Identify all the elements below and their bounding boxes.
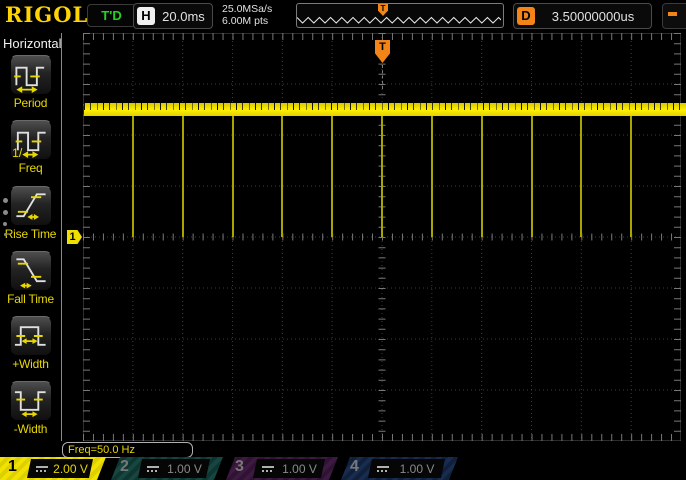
horizontal-timebase-readout: H 20.0ms [133, 3, 213, 29]
timebase-value: 20.0ms [162, 8, 205, 24]
waveform-pulse [231, 116, 234, 237]
waveform-pulse [381, 116, 383, 237]
waveform-pulse [331, 116, 334, 237]
pos-width-icon [14, 326, 46, 346]
rise-time-button[interactable] [9, 186, 52, 226]
menu-item-label: Rise Time [4, 227, 57, 241]
period-icon [13, 66, 44, 93]
waveform-pulse [530, 116, 533, 237]
trigger-position-line [382, 65, 383, 89]
channel-scale: 1.00 V [282, 461, 317, 476]
menu-item-label: Freq [18, 161, 43, 175]
channel-scale-panel: 2.00 V [27, 459, 93, 478]
channel-4-status[interactable]: 4 1.00 V [341, 457, 458, 480]
pos-width-button[interactable] [9, 316, 52, 356]
orange-dash-icon [668, 12, 677, 16]
waveform-pulse [430, 116, 433, 237]
waveform-pulse [131, 116, 134, 237]
waveform-high-band [84, 103, 686, 116]
delay-readout: D 3.50000000us [513, 3, 652, 29]
channel-scale-panel: 1.00 V [253, 459, 325, 478]
menu-item-freq: 1/ Freq [0, 120, 61, 175]
graticule: T 1 [67, 33, 686, 441]
menu-corner-indicator [662, 3, 686, 29]
svg-text:1/: 1/ [12, 146, 23, 159]
channel-status-bar: 1 2.00 V 2 1.00 V 3 1.00 V 4 1.00 V [0, 457, 686, 480]
menu-separator [61, 33, 62, 441]
dc-coupling-icon [262, 466, 274, 472]
menu-item-pos-width: +Width [0, 316, 61, 371]
grid [83, 33, 681, 441]
freq-icon: 1/ [12, 131, 46, 160]
channel-scale: 1.00 V [399, 461, 435, 476]
waveform-pulse [281, 116, 284, 237]
acquisition-readout: 25.0MSa/s 6.00M pts [222, 3, 272, 27]
menu-item-label: Period [13, 96, 48, 110]
fall-time-button[interactable] [9, 251, 52, 291]
channel-number: 3 [235, 458, 244, 475]
preview-wave-icon [297, 16, 501, 24]
horizontal-menu-panel: Horizontal Period 1/ Freq Rise Time Fall… [0, 30, 62, 443]
sample-rate: 25.0MSa/s [222, 3, 273, 15]
channel-number: 1 [8, 458, 17, 475]
top-status-bar: RIGOL T'D H 20.0ms 25.0MSa/s 6.00M pts T… [0, 0, 686, 30]
channel-scale-panel: 1.00 V [138, 459, 210, 478]
menu-item-label: -Width [13, 422, 48, 436]
menu-item-label: Fall Time [7, 292, 54, 306]
freq-button[interactable]: 1/ [9, 120, 52, 160]
waveform-pulse [580, 116, 583, 237]
channel-3-status[interactable]: 3 1.00 V [226, 457, 338, 480]
waveform-preview: T [296, 3, 504, 28]
channel-scale: 1.00 V [167, 461, 202, 476]
menu-item-neg-width: -Width [0, 381, 61, 436]
rigol-logo: RIGOL [5, 2, 89, 27]
channel-number: 4 [350, 458, 359, 475]
menu-item-fall-time: Fall Time [0, 251, 61, 306]
rise-time-icon [15, 193, 46, 220]
channel-scale-panel: 1.00 V [368, 459, 445, 478]
channel-number: 2 [120, 458, 129, 475]
dc-coupling-icon [377, 466, 389, 472]
trigger-status-badge: T'D [87, 4, 136, 27]
channel1-level-marker[interactable]: 1 [67, 230, 82, 244]
waveform-pulse [181, 116, 184, 237]
neg-width-button[interactable] [9, 381, 52, 421]
channel-1-status[interactable]: 1 2.00 V [0, 457, 106, 480]
waveform-pulse [630, 116, 633, 237]
measurement-readout: Freq=50.0 Hz [62, 442, 193, 458]
oscilloscope-screen: RIGOL T'D H 20.0ms 25.0MSa/s 6.00M pts T… [0, 0, 686, 480]
d-key-icon: D [517, 7, 535, 25]
channel-2-status[interactable]: 2 1.00 V [111, 457, 223, 480]
channel-scale: 2.00 V [53, 461, 88, 476]
menu-title: Horizontal [3, 36, 62, 51]
menu-item-label: +Width [12, 357, 49, 371]
menu-item-rise-time: Rise Time [0, 186, 61, 241]
delay-value: 3.50000000us [551, 8, 635, 24]
memory-depth: 6.00M pts [222, 15, 269, 27]
fall-time-icon [15, 258, 46, 289]
dc-coupling-icon [147, 466, 159, 472]
period-button[interactable] [9, 55, 52, 95]
neg-width-icon [14, 391, 46, 418]
h-key-icon: H [137, 7, 155, 25]
waveform-pulse [480, 116, 483, 237]
dc-coupling-icon [36, 466, 48, 472]
menu-item-period: Period [0, 55, 61, 110]
